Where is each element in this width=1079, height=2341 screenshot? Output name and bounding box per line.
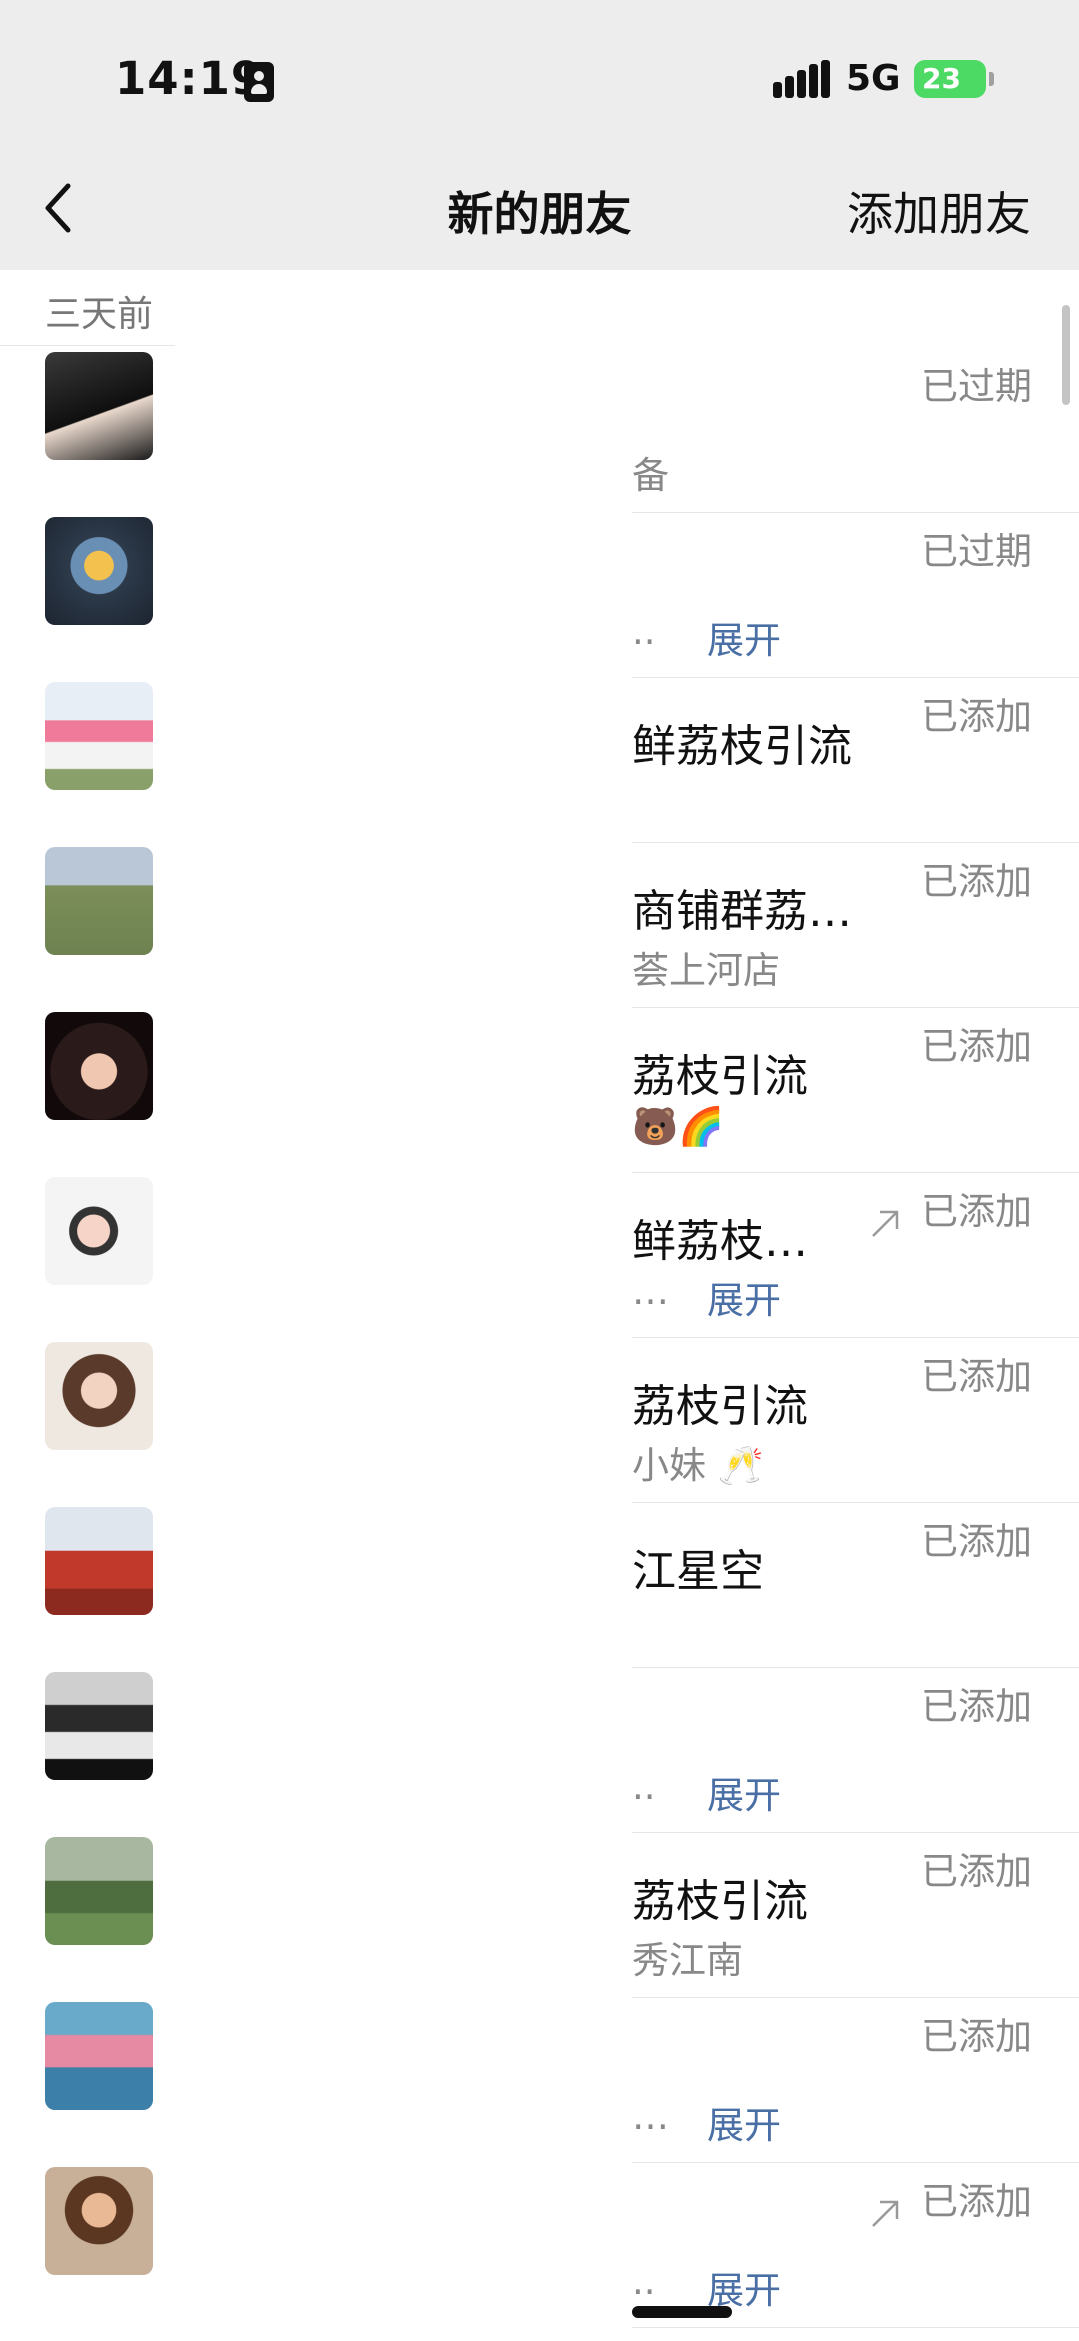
friend-message: ..	[632, 2260, 656, 2303]
home-indicator	[632, 2306, 732, 2318]
list-item[interactable]: 江星空 已添加	[0, 1505, 1079, 1670]
list-item[interactable]: .. 展开 已添加	[0, 2165, 1079, 2330]
divider	[632, 677, 1079, 678]
list-item[interactable]: 鲜荔枝引流 已添加	[0, 680, 1079, 845]
avatar[interactable]	[45, 352, 153, 460]
avatar[interactable]	[45, 1342, 153, 1450]
divider	[632, 1007, 1079, 1008]
avatar[interactable]	[45, 517, 153, 625]
avatar[interactable]	[45, 1507, 153, 1615]
list-item[interactable]: 鲜荔枝…… 展开 已添加	[0, 1175, 1079, 1340]
list-item[interactable]: 荔枝引流秀江南 已添加	[0, 1835, 1079, 2000]
request-status: 已添加	[921, 1685, 1032, 1728]
friend-message: …	[632, 2095, 669, 2138]
battery-level: 23	[922, 62, 961, 95]
battery-icon: 23	[914, 60, 986, 98]
divider	[632, 1832, 1079, 1833]
friend-message: 备	[632, 454, 669, 497]
friend-message: ..	[632, 1765, 656, 1808]
expand-link[interactable]: 展开	[707, 610, 781, 664]
list-item[interactable]: 荔枝引流 🐻🌈 已添加	[0, 1010, 1079, 1175]
avatar[interactable]	[45, 2167, 153, 2275]
request-status: 已添加	[921, 2180, 1032, 2223]
expand-link[interactable]: 展开	[707, 2095, 781, 2149]
arrow-up-right-icon	[872, 2200, 899, 2227]
request-status: 已添加	[921, 1355, 1032, 1398]
section-header: 三天前	[45, 294, 154, 335]
friend-name: 商铺群荔…	[632, 886, 852, 937]
divider	[632, 1337, 1079, 1338]
divider	[632, 2327, 1079, 2328]
friend-name: 鲜荔枝…	[632, 1216, 808, 1267]
avatar[interactable]	[45, 1672, 153, 1780]
contact-card-icon	[244, 62, 274, 102]
request-status: 已添加	[921, 1025, 1032, 1068]
list-item[interactable]: .. 展开 已过期	[0, 515, 1079, 680]
list-item[interactable]: 商铺群荔… 荟上河店 已添加	[0, 845, 1079, 1010]
friend-message: 🐻🌈	[632, 1105, 725, 1148]
request-status: 已添加	[921, 2015, 1032, 2058]
avatar[interactable]	[45, 1012, 153, 1120]
add-friend-button[interactable]: 添加朋友	[847, 178, 1031, 244]
friend-message: 小妹 🥂	[632, 1444, 764, 1487]
divider	[632, 1997, 1079, 1998]
divider	[0, 345, 175, 346]
avatar[interactable]	[45, 1177, 153, 1285]
divider	[632, 512, 1079, 513]
request-status: 已过期	[921, 365, 1032, 408]
friend-name: 鲜荔枝引流	[632, 721, 852, 772]
friend-message: 秀江南	[632, 1939, 743, 1982]
avatar[interactable]	[45, 1837, 153, 1945]
request-status: 已添加	[921, 1850, 1032, 1893]
friend-message: …	[632, 1270, 669, 1313]
divider	[632, 1502, 1079, 1503]
request-status: 已添加	[921, 695, 1032, 738]
divider	[632, 842, 1079, 843]
request-status: 已添加	[921, 1520, 1032, 1563]
divider	[632, 1172, 1079, 1173]
request-status: 已过期	[921, 530, 1032, 573]
divider	[632, 1667, 1079, 1668]
list-item[interactable]: 荔枝引流小妹 🥂 已添加	[0, 1340, 1079, 1505]
avatar[interactable]	[45, 847, 153, 955]
friend-name: 江星空	[632, 1546, 764, 1597]
friend-name: 荔枝引流	[632, 1051, 808, 1102]
friend-message: ..	[632, 610, 656, 653]
network-type: 5G	[846, 58, 901, 99]
avatar[interactable]	[45, 2002, 153, 2110]
arrow-up-right-icon	[872, 1210, 899, 1237]
status-time: 14:19	[115, 52, 264, 105]
list-item[interactable]: … 展开 已添加	[0, 2000, 1079, 2165]
battery-nub	[989, 72, 994, 86]
signal-icon	[773, 60, 831, 98]
request-status: 已添加	[921, 860, 1032, 903]
list-item[interactable]: .. 展开 已添加	[0, 1670, 1079, 1835]
friend-message: 荟上河店	[632, 949, 780, 992]
expand-link[interactable]: 展开	[707, 1765, 781, 1819]
divider	[632, 2162, 1079, 2163]
friend-name: 荔枝引流	[632, 1876, 808, 1927]
request-status: 已添加	[921, 1190, 1032, 1233]
expand-link[interactable]: 展开	[707, 1270, 781, 1324]
avatar[interactable]	[45, 682, 153, 790]
friend-name: 荔枝引流	[632, 1381, 808, 1432]
list-item[interactable]: 备 已过期	[0, 350, 1079, 515]
